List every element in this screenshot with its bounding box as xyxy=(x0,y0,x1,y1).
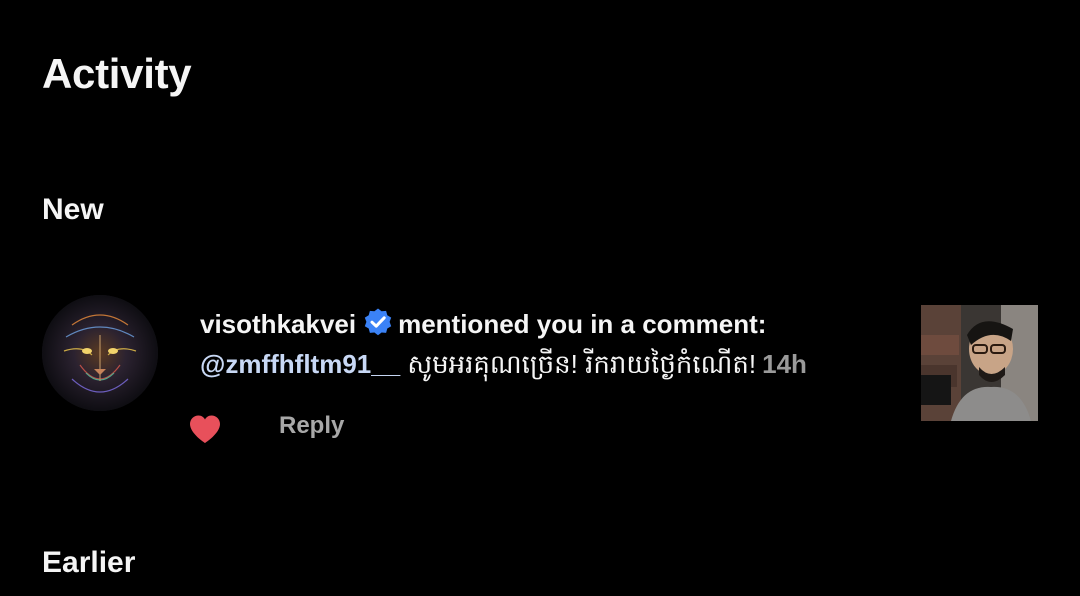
notification-text: visothkakvei mentioned you in a comment:… xyxy=(200,304,890,384)
verified-badge-icon xyxy=(364,308,392,336)
section-new-title: New xyxy=(42,193,104,226)
reply-button[interactable]: Reply xyxy=(279,410,344,442)
timestamp: 14h xyxy=(762,349,807,379)
comment-text: សូមអរគុណច្រើន! រីករាយថ្ងៃកំណើត! xyxy=(407,349,757,379)
section-earlier-title: Earlier xyxy=(42,546,136,579)
post-thumbnail[interactable] xyxy=(921,305,1038,421)
user-avatar[interactable] xyxy=(42,295,158,411)
notification-row[interactable]: visothkakvei mentioned you in a comment:… xyxy=(0,290,1080,450)
action-text: mentioned you in a comment: xyxy=(398,309,767,339)
tiger-avatar-icon xyxy=(42,295,158,411)
username-link[interactable]: visothkakvei xyxy=(200,309,356,339)
heart-icon[interactable] xyxy=(188,414,222,444)
page-title: Activity xyxy=(42,50,192,97)
mention-link[interactable]: @zmffhfltm91__ xyxy=(200,349,400,379)
post-thumbnail-image xyxy=(921,305,1038,421)
